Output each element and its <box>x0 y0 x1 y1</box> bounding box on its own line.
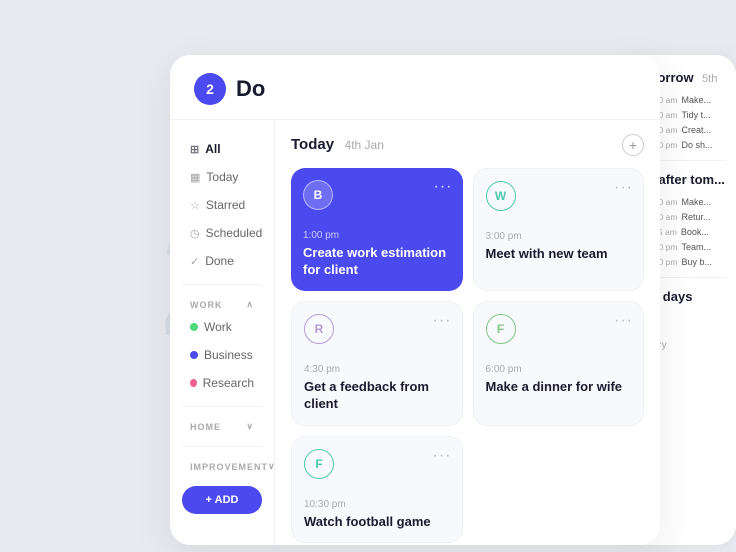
panel-task-1: Make... <box>681 95 711 105</box>
task-menu-icon-1[interactable]: ··· <box>434 178 453 196</box>
task-time-3: 4:30 pm <box>304 364 450 375</box>
sidebar-divider-1 <box>182 284 262 285</box>
sidebar-section-improvement[interactable]: IMPROVEMENT ∨ <box>182 457 262 476</box>
sidebar-label-starred: Starred <box>206 198 245 212</box>
sidebar-label-all: All <box>205 142 220 156</box>
calendar-icon: ▦ <box>190 171 200 184</box>
da-panel-task-3: Book... <box>681 227 709 237</box>
sidebar-item-all[interactable]: ⊞ All <box>182 136 262 162</box>
task-title-2: Meet with new team <box>486 246 632 263</box>
chevron-down-icon-home: ∨ <box>246 421 254 432</box>
sidebar-label-today: Today <box>206 170 238 184</box>
task-card-4[interactable]: ··· F 6:00 pm Make a dinner for wife <box>473 301 645 426</box>
card-header: 2 Do <box>170 55 660 120</box>
main-card: 2 Do ⊞ All ▦ Today ☆ Starred ◷ Scheduled… <box>170 55 660 545</box>
tomorrow-date: 5th <box>702 73 717 85</box>
task-card-5[interactable]: ··· F 10:30 pm Watch football game <box>291 436 463 544</box>
task-avatar-4: F <box>486 314 516 344</box>
home-section-label: HOME <box>190 422 221 432</box>
task-avatar-2: W <box>486 181 516 211</box>
sidebar-label-research: Research <box>203 376 254 390</box>
da-panel-task-2: Retur... <box>681 212 710 222</box>
task-avatar-5: F <box>304 449 334 479</box>
sidebar-label-scheduled: Scheduled <box>206 226 263 240</box>
panel-task-2: Tidy t... <box>681 110 710 120</box>
today-title: Today <box>291 136 334 153</box>
work-section-label: WORK <box>190 300 223 310</box>
task-title-4: Make a dinner for wife <box>486 379 632 396</box>
add-button[interactable]: + ADD <box>182 486 262 514</box>
star-icon: ☆ <box>190 199 200 212</box>
task-avatar-1: B <box>303 180 333 210</box>
task-time-4: 6:00 pm <box>486 364 632 375</box>
sidebar-item-business[interactable]: Business <box>182 342 262 368</box>
work-dot <box>190 323 198 331</box>
task-avatar-3: R <box>304 314 334 344</box>
task-menu-icon-5[interactable]: ··· <box>433 447 452 465</box>
today-date: 4th Jan <box>345 138 384 152</box>
research-dot <box>190 379 197 387</box>
sidebar-label-business: Business <box>204 348 253 362</box>
page-title: Do <box>236 76 265 102</box>
da-panel-task-5: Buy b... <box>681 257 712 267</box>
task-menu-icon-2[interactable]: ··· <box>614 179 633 197</box>
sidebar-item-work[interactable]: Work <box>182 314 262 340</box>
sidebar-section-home[interactable]: HOME ∨ <box>182 417 262 436</box>
sidebar-section-work[interactable]: WORK ∧ <box>182 295 262 314</box>
sidebar-item-scheduled[interactable]: ◷ Scheduled <box>182 220 262 246</box>
task-time-5: 10:30 pm <box>304 499 450 510</box>
sidebar-item-done[interactable]: ✓ Done <box>182 248 262 274</box>
task-card-3[interactable]: ··· R 4:30 pm Get a feedback from client <box>291 301 463 426</box>
grid-icon: ⊞ <box>190 143 199 156</box>
sidebar-label-work: Work <box>204 320 232 334</box>
chevron-up-icon: ∧ <box>246 299 254 310</box>
sidebar-item-today[interactable]: ▦ Today <box>182 164 262 190</box>
check-icon: ✓ <box>190 255 199 268</box>
business-dot <box>190 351 198 359</box>
da-panel-task-1: Make... <box>681 197 711 207</box>
task-card-2[interactable]: ··· W 3:00 pm Meet with new team <box>473 168 645 291</box>
task-time-1: 1:00 pm <box>303 230 451 241</box>
task-title-1: Create work estimation for client <box>303 245 451 279</box>
task-menu-icon-4[interactable]: ··· <box>614 312 633 330</box>
sidebar: ⊞ All ▦ Today ☆ Starred ◷ Scheduled ✓ Do… <box>170 120 275 545</box>
da-panel-task-4: Team... <box>681 242 711 252</box>
task-title-5: Watch football game <box>304 514 450 531</box>
task-grid: ··· B 1:00 pm Create work estimation for… <box>291 168 644 543</box>
task-menu-icon-3[interactable]: ··· <box>433 312 452 330</box>
task-time-2: 3:00 pm <box>486 231 632 242</box>
sidebar-item-starred[interactable]: ☆ Starred <box>182 192 262 218</box>
clock-icon: ◷ <box>190 227 200 240</box>
improvement-section-label: IMPROVEMENT <box>190 462 268 472</box>
sidebar-divider-3 <box>182 446 262 447</box>
header-badge: 2 <box>194 73 226 105</box>
content-area: Today 4th Jan + ··· B 1:00 pm Create wor… <box>275 120 660 545</box>
sidebar-divider-2 <box>182 406 262 407</box>
sidebar-item-research[interactable]: Research <box>182 370 262 396</box>
panel-task-4: Do sh... <box>681 140 712 150</box>
today-title-group: Today 4th Jan <box>291 136 384 154</box>
task-title-3: Get a feedback from client <box>304 379 450 413</box>
card-body: ⊞ All ▦ Today ☆ Starred ◷ Scheduled ✓ Do… <box>170 120 660 545</box>
today-section-header: Today 4th Jan + <box>291 134 644 156</box>
sidebar-label-done: Done <box>205 254 234 268</box>
panel-task-3: Creat... <box>681 125 711 135</box>
add-task-circle-button[interactable]: + <box>622 134 644 156</box>
task-card-1[interactable]: ··· B 1:00 pm Create work estimation for… <box>291 168 463 291</box>
